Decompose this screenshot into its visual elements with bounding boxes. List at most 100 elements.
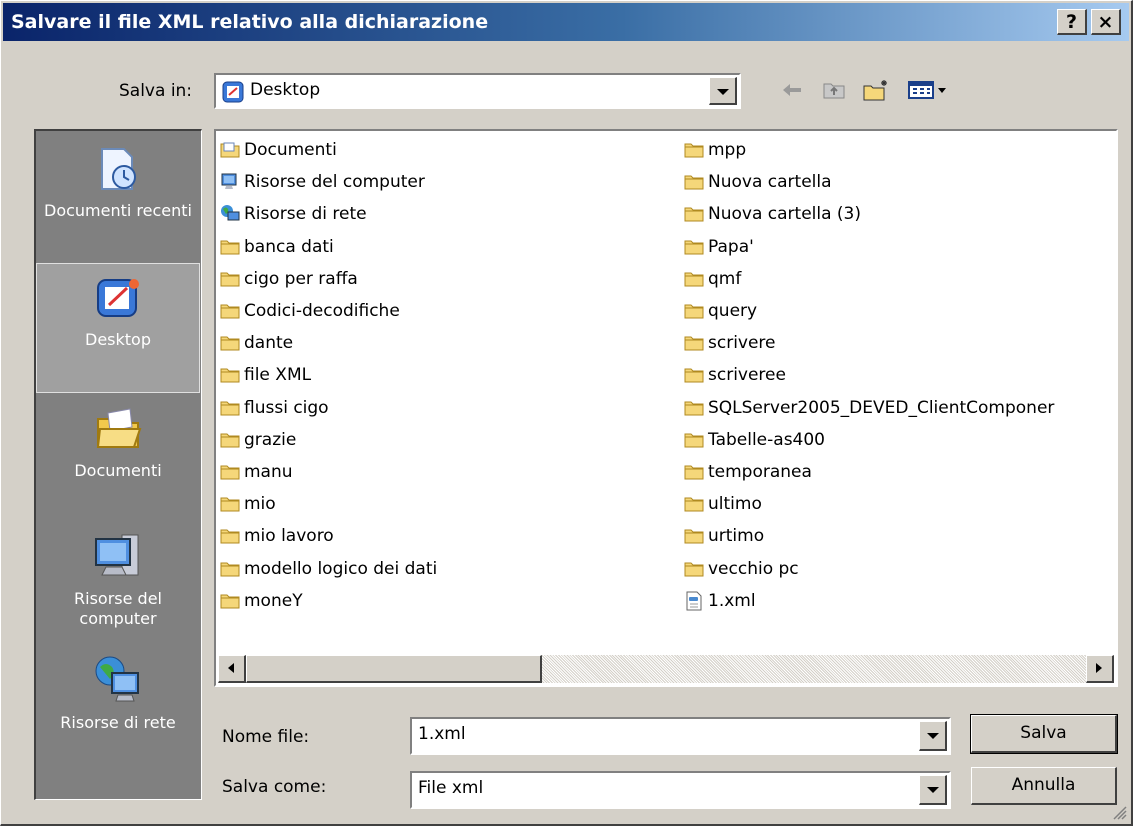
folder-icon [220, 562, 240, 577]
file-list-item[interactable]: scrivere [684, 330, 776, 356]
file-list-item[interactable]: SQLServer2005_DEVED_ClientComponer [684, 395, 1054, 421]
title-bar[interactable]: Salvare il file XML relativo alla dichia… [3, 3, 1129, 41]
my-computer-icon [95, 534, 139, 576]
help-button[interactable]: ? [1057, 9, 1087, 35]
file-list-item[interactable]: file XML [220, 362, 311, 388]
arrow-right-icon [1096, 663, 1102, 673]
chevron-down-icon[interactable] [919, 721, 947, 751]
chevron-down-icon[interactable] [919, 775, 947, 805]
file-list-item[interactable]: Risorse del computer [220, 169, 425, 195]
file-list-item[interactable]: Risorse di rete [220, 201, 367, 227]
help-icon: ? [1065, 11, 1078, 33]
file-name: Documenti [244, 140, 337, 160]
place-label: Desktop [85, 330, 151, 349]
folder-icon [684, 207, 704, 222]
save-button[interactable]: Salva [970, 714, 1118, 754]
file-list-item[interactable]: flussi cigo [220, 395, 329, 421]
file-list-item[interactable]: vecchio pc [684, 556, 799, 582]
folder-icon [684, 562, 704, 577]
file-list-item[interactable]: urtimo [684, 523, 764, 549]
file-list-item[interactable]: mio [220, 491, 276, 517]
scroll-thumb[interactable] [246, 655, 542, 683]
file-list-item[interactable]: mpp [684, 137, 746, 163]
folder-icon [220, 272, 240, 287]
save-in-combo[interactable]: Desktop [214, 73, 741, 109]
file-name: Nuova cartella (3) [708, 204, 861, 225]
file-name: scriveree [708, 365, 786, 386]
place-desktop[interactable]: Desktop [36, 263, 200, 393]
file-list-item[interactable]: 1.xml [684, 588, 756, 614]
dialog-title: Salvare il file XML relativo alla dichia… [11, 11, 489, 33]
folder-icon [684, 401, 704, 416]
up-folder-button[interactable] [819, 75, 849, 105]
folder-icon [220, 497, 240, 512]
file-name: Codici-decodifiche [244, 301, 400, 321]
recent-documents-icon [101, 148, 136, 190]
new-folder-button[interactable] [859, 75, 893, 105]
places-bar: Documenti recenti Desktop Documenti Riso… [34, 129, 202, 800]
file-name: Papa' [708, 236, 754, 257]
horizontal-scrollbar[interactable] [218, 655, 1114, 683]
place-my-computer[interactable]: Risorse del computer [36, 521, 200, 655]
folder-icon [220, 465, 240, 480]
file-list-item[interactable]: grazie [220, 427, 296, 453]
file-name: query [708, 301, 758, 321]
filetype-value: File xml [418, 778, 484, 798]
filename-label: Nome file: [222, 727, 310, 747]
filename-input[interactable]: 1.xml [410, 717, 951, 755]
view-menu-button[interactable] [905, 75, 953, 105]
folder-icon [684, 336, 704, 351]
chevron-down-icon[interactable] [709, 77, 737, 105]
close-button[interactable]: × [1091, 9, 1121, 35]
file-name: qmf [708, 268, 742, 289]
documents-folder-icon [220, 142, 240, 158]
file-list-item[interactable]: temporanea [684, 459, 812, 485]
save-dialog: Salvare il file XML relativo alla dichia… [0, 0, 1133, 826]
file-list-item[interactable]: query [684, 298, 757, 324]
file-name: banca dati [244, 236, 334, 257]
file-list-item[interactable]: qmf [684, 266, 741, 292]
back-button[interactable] [777, 75, 807, 105]
file-name: mio [244, 494, 276, 515]
file-list-item[interactable]: manu [220, 459, 293, 485]
file-name: grazie [244, 429, 297, 450]
folder-icon [684, 465, 704, 480]
place-label: Risorse del computer [74, 589, 162, 628]
file-name: SQLServer2005_DEVED_ClientComponer [708, 397, 1055, 418]
place-label: Documenti [74, 461, 162, 480]
file-list-item[interactable]: Nuova cartella (3) [684, 201, 861, 227]
filetype-select[interactable]: File xml [410, 771, 951, 809]
place-network[interactable]: Risorse di rete [36, 653, 200, 773]
file-list-item[interactable]: scriveree [684, 362, 786, 388]
file-name: Risorse del computer [244, 172, 425, 193]
file-list-item[interactable]: Documenti [220, 137, 337, 163]
file-list-item[interactable]: Codici-decodifiche [220, 298, 400, 324]
file-name: manu [244, 462, 293, 482]
file-list-item[interactable]: cigo per raffa [220, 266, 358, 292]
file-name: file XML [244, 365, 312, 386]
scroll-right-button[interactable] [1086, 655, 1114, 683]
cancel-button[interactable]: Annulla [971, 767, 1117, 805]
close-icon: × [1097, 11, 1114, 33]
file-list-item[interactable]: Papa' [684, 234, 754, 260]
xml-file-icon [686, 591, 702, 611]
file-list-items: Documenti Risorse del computer Risorse di … [220, 137, 1112, 651]
file-list-item[interactable]: Nuova cartella [684, 169, 832, 195]
place-recent-documents[interactable]: Documenti recenti [36, 137, 200, 271]
file-list-item[interactable]: Tabelle-as400 [684, 427, 825, 453]
place-label: Risorse di rete [60, 713, 176, 732]
folder-icon [220, 401, 240, 416]
network-icon [95, 656, 139, 702]
resize-grip-icon[interactable] [1111, 804, 1127, 820]
file-list-item[interactable]: moneY [220, 588, 303, 614]
file-list-item[interactable]: mio lavoro [220, 523, 334, 549]
file-list-item[interactable]: modello logico dei dati [220, 556, 437, 582]
file-list-item[interactable]: banca dati [220, 234, 334, 260]
file-list-item[interactable]: ultimo [684, 491, 762, 517]
save-in-label: Salva in: [119, 81, 193, 101]
file-list-item[interactable]: dante [220, 330, 293, 356]
file-list[interactable]: Documenti Risorse del computer Risorse di … [214, 129, 1118, 687]
scroll-left-button[interactable] [218, 655, 246, 683]
place-documents[interactable]: Documenti [36, 397, 200, 517]
folder-icon [220, 304, 240, 319]
